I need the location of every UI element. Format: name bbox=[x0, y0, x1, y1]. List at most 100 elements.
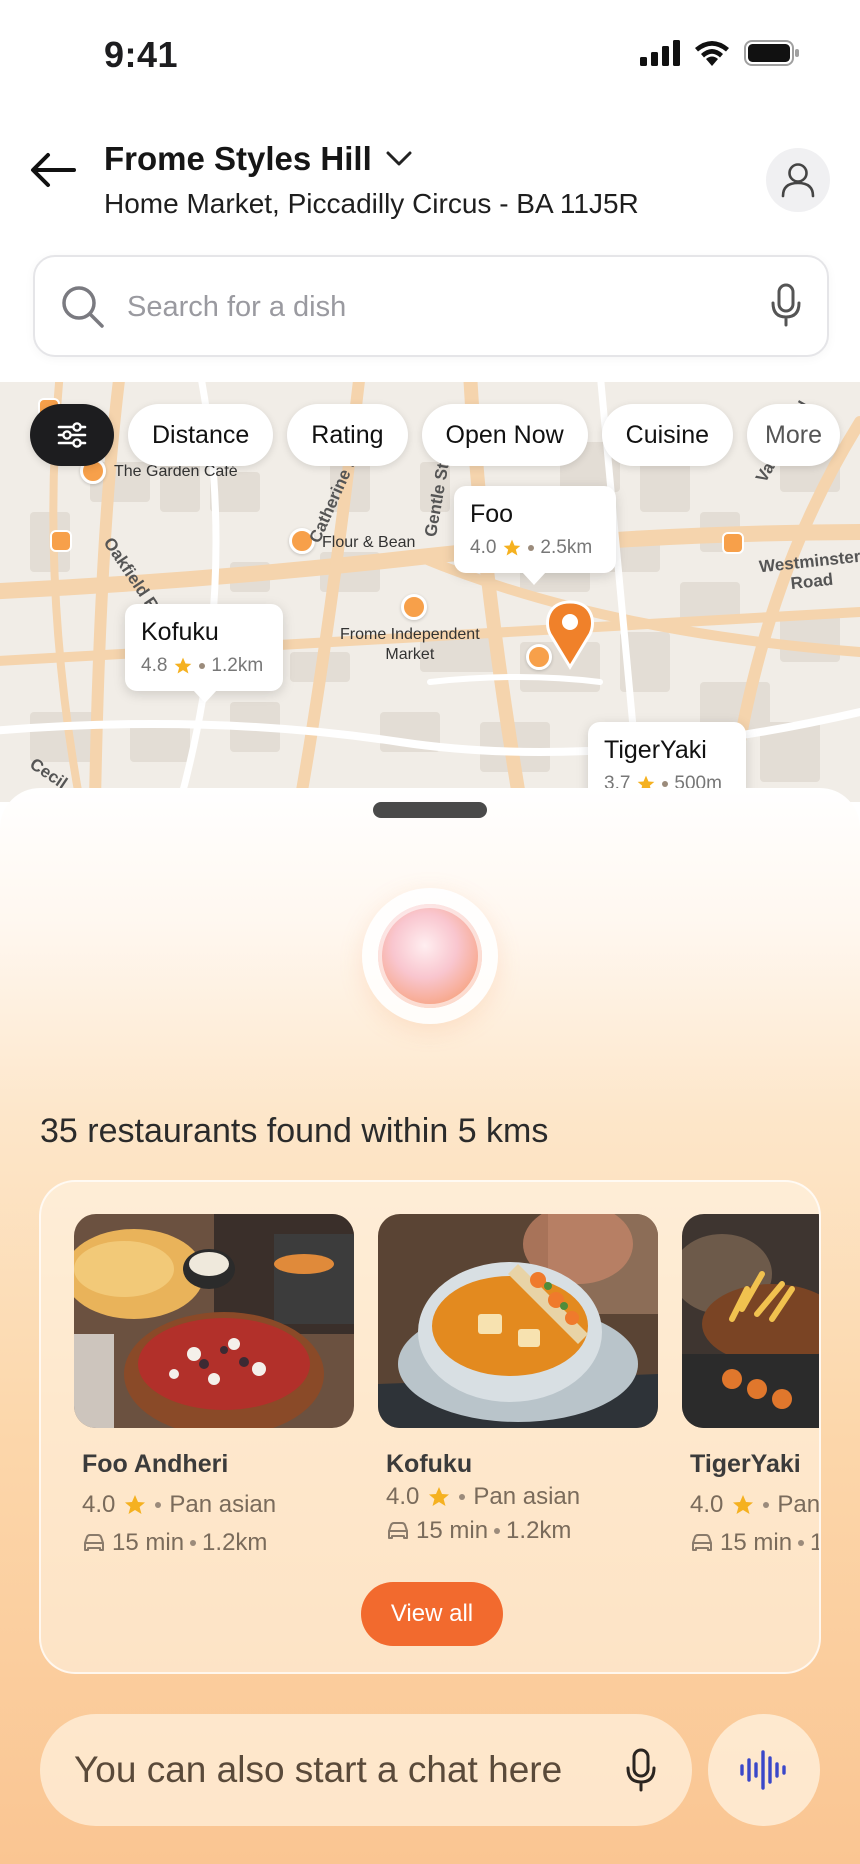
restaurant-meta: 4.0 Pan asian bbox=[690, 1491, 821, 1519]
callout-rating: 4.0 bbox=[470, 537, 497, 558]
profile-button[interactable] bbox=[766, 148, 830, 212]
separator-dot bbox=[155, 1502, 162, 1508]
user-icon bbox=[781, 163, 815, 198]
place-label: Frome Independent Market bbox=[340, 626, 480, 663]
restaurant-time: 15 min bbox=[416, 1517, 489, 1544]
chip-distance[interactable]: Distance bbox=[128, 404, 274, 466]
filter-button[interactable] bbox=[30, 404, 114, 466]
bus-stop-marker bbox=[722, 532, 744, 554]
chip-more[interactable]: More bbox=[747, 404, 840, 466]
location-selector[interactable]: Frome Styles Hill bbox=[104, 140, 412, 178]
restaurant-time: 15 min bbox=[112, 1529, 185, 1554]
callout-name: TigerYaki bbox=[604, 736, 707, 764]
view-all-button[interactable]: View all bbox=[361, 1582, 503, 1646]
location-subtitle: Home Market, Piccadilly Circus - BA 11J5… bbox=[104, 188, 639, 219]
restaurant-rating: 4.0 bbox=[82, 1491, 116, 1518]
separator-dot bbox=[763, 1502, 770, 1508]
restaurant-distance: 1.2km bbox=[202, 1529, 268, 1554]
restaurant-name: Foo Andheri bbox=[82, 1450, 229, 1478]
microphone-icon[interactable] bbox=[626, 1748, 656, 1792]
wifi-icon bbox=[695, 41, 729, 66]
car-icon bbox=[692, 1534, 712, 1551]
location-title: Frome Styles Hill bbox=[104, 140, 372, 177]
separator-dot bbox=[662, 781, 669, 787]
status-icons bbox=[640, 40, 800, 66]
callout-meta: 4.0 2.5km bbox=[470, 537, 600, 559]
assistant-orb[interactable] bbox=[362, 888, 498, 1024]
filter-chips: Distance Rating Open Now Cuisine More bbox=[30, 404, 840, 466]
assistant-orb-glow bbox=[378, 904, 482, 1008]
results-summary: 35 restaurants found within 5 kms bbox=[40, 1112, 549, 1150]
shop-marker[interactable] bbox=[401, 594, 427, 620]
restaurant-time: 15 min bbox=[720, 1529, 793, 1554]
callout-meta: 4.8 1.2km bbox=[141, 655, 267, 677]
restaurant-carousel[interactable]: Foo Andheri 4.0 Pan asian 15 min 1.2km K… bbox=[74, 1214, 821, 1554]
voice-mode-button[interactable] bbox=[708, 1714, 820, 1826]
status-bar: 9:41 bbox=[0, 0, 860, 110]
callout-distance: 1.2km bbox=[211, 655, 264, 676]
star-icon bbox=[175, 657, 192, 674]
map-callout-kofuku[interactable]: Kofuku 4.8 1.2km bbox=[125, 604, 283, 703]
separator-dot bbox=[494, 1528, 501, 1534]
star-icon bbox=[504, 539, 521, 556]
star-icon bbox=[429, 1487, 450, 1506]
map-callout-foo[interactable]: Foo 4.0 2.5km bbox=[454, 486, 616, 585]
status-time: 9:41 bbox=[104, 34, 179, 75]
restaurant-meta: 4.0 Pan asian bbox=[82, 1491, 354, 1519]
restaurant-cuisine: Pan asian bbox=[777, 1491, 821, 1518]
restaurant-meta: 4.0 Pan asian bbox=[386, 1483, 658, 1511]
location-header: Frome Styles Hill Home Market, Piccadill… bbox=[0, 130, 860, 230]
star-icon bbox=[733, 1495, 754, 1514]
restaurant-card[interactable]: TigerYaki 4.0 Pan asian 15 min 1.2km bbox=[682, 1214, 821, 1554]
separator-dot bbox=[528, 545, 535, 551]
restaurant-photo bbox=[74, 1214, 354, 1428]
chip-open-now[interactable]: Open Now bbox=[421, 404, 588, 466]
car-icon bbox=[388, 1522, 408, 1539]
car-icon bbox=[84, 1534, 104, 1551]
restaurant-name: Kofuku bbox=[386, 1450, 473, 1478]
restaurant-photo bbox=[378, 1214, 658, 1428]
microphone-icon[interactable] bbox=[771, 283, 801, 327]
restaurant-card[interactable]: Kofuku 4.0 Pan asian 15 min 1.2km bbox=[378, 1214, 658, 1545]
restaurant-name: TigerYaki bbox=[690, 1450, 801, 1478]
search-icon bbox=[62, 286, 104, 328]
bus-stop-marker bbox=[50, 530, 72, 552]
restaurant-distance: 1.2km bbox=[810, 1529, 819, 1554]
sheet-drag-handle[interactable] bbox=[373, 802, 487, 818]
callout-name: Kofuku bbox=[141, 618, 219, 646]
map-view[interactable]: The Garden Café Flour & Bean Frome Indep… bbox=[0, 382, 860, 802]
restaurant-delivery: 15 min 1.2km bbox=[82, 1529, 354, 1554]
chip-rating[interactable]: Rating bbox=[287, 404, 408, 466]
chat-bar bbox=[40, 1714, 692, 1826]
voice-wave-icon bbox=[740, 1750, 786, 1790]
search-input[interactable] bbox=[127, 279, 727, 335]
callout-name: Foo bbox=[470, 500, 514, 528]
filter-sliders-icon bbox=[57, 422, 87, 448]
restaurant-delivery: 15 min 1.2km bbox=[690, 1529, 819, 1554]
callout-rating: 4.8 bbox=[141, 655, 168, 676]
callout-distance: 2.5km bbox=[540, 537, 593, 558]
place-label: Flour & Bean bbox=[322, 534, 416, 551]
search-bar bbox=[33, 255, 829, 357]
restaurant-cuisine: Pan asian bbox=[473, 1483, 581, 1510]
back-button[interactable] bbox=[30, 152, 80, 192]
signal-icon bbox=[640, 40, 680, 66]
star-icon bbox=[125, 1495, 146, 1514]
restaurant-delivery: 15 min 1.2km bbox=[386, 1517, 658, 1545]
restaurant-rating: 4.0 bbox=[386, 1483, 420, 1510]
separator-dot bbox=[199, 663, 206, 669]
restaurant-marker[interactable] bbox=[526, 644, 552, 670]
chat-input[interactable] bbox=[74, 1742, 594, 1798]
back-arrow-icon bbox=[31, 153, 76, 187]
restaurant-rating: 4.0 bbox=[690, 1491, 724, 1518]
battery-icon bbox=[744, 40, 799, 66]
results-sheet: 35 restaurants found within 5 kms Foo An… bbox=[0, 788, 860, 1864]
restaurant-distance: 1.2km bbox=[506, 1517, 572, 1544]
restaurant-card[interactable]: Foo Andheri 4.0 Pan asian 15 min 1.2km bbox=[74, 1214, 354, 1554]
results-panel: Foo Andheri 4.0 Pan asian 15 min 1.2km K… bbox=[39, 1180, 821, 1674]
chip-cuisine[interactable]: Cuisine bbox=[601, 404, 734, 466]
restaurant-cuisine: Pan asian bbox=[169, 1491, 277, 1518]
separator-dot bbox=[798, 1540, 805, 1546]
restaurant-photo bbox=[682, 1214, 819, 1428]
chevron-down-icon bbox=[386, 151, 412, 166]
